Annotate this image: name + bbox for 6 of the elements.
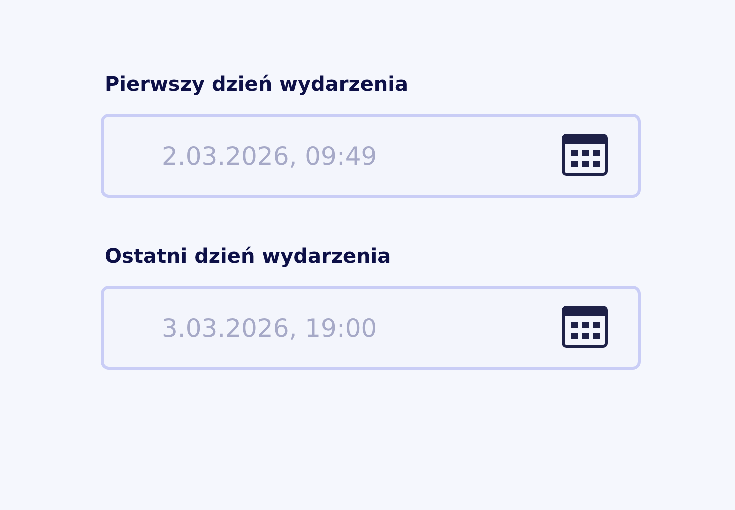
date-field[interactable]: 3.03.2026, 19:00 [101,286,641,370]
date-field[interactable]: 2.03.2026, 09:49 [101,114,641,198]
calendar-icon[interactable] [562,134,608,176]
field-label: Ostatni dzień wydarzenia [104,243,392,270]
field-label: Pierwszy dzień wydarzenia [104,71,409,98]
calendar-icon[interactable] [562,306,608,348]
